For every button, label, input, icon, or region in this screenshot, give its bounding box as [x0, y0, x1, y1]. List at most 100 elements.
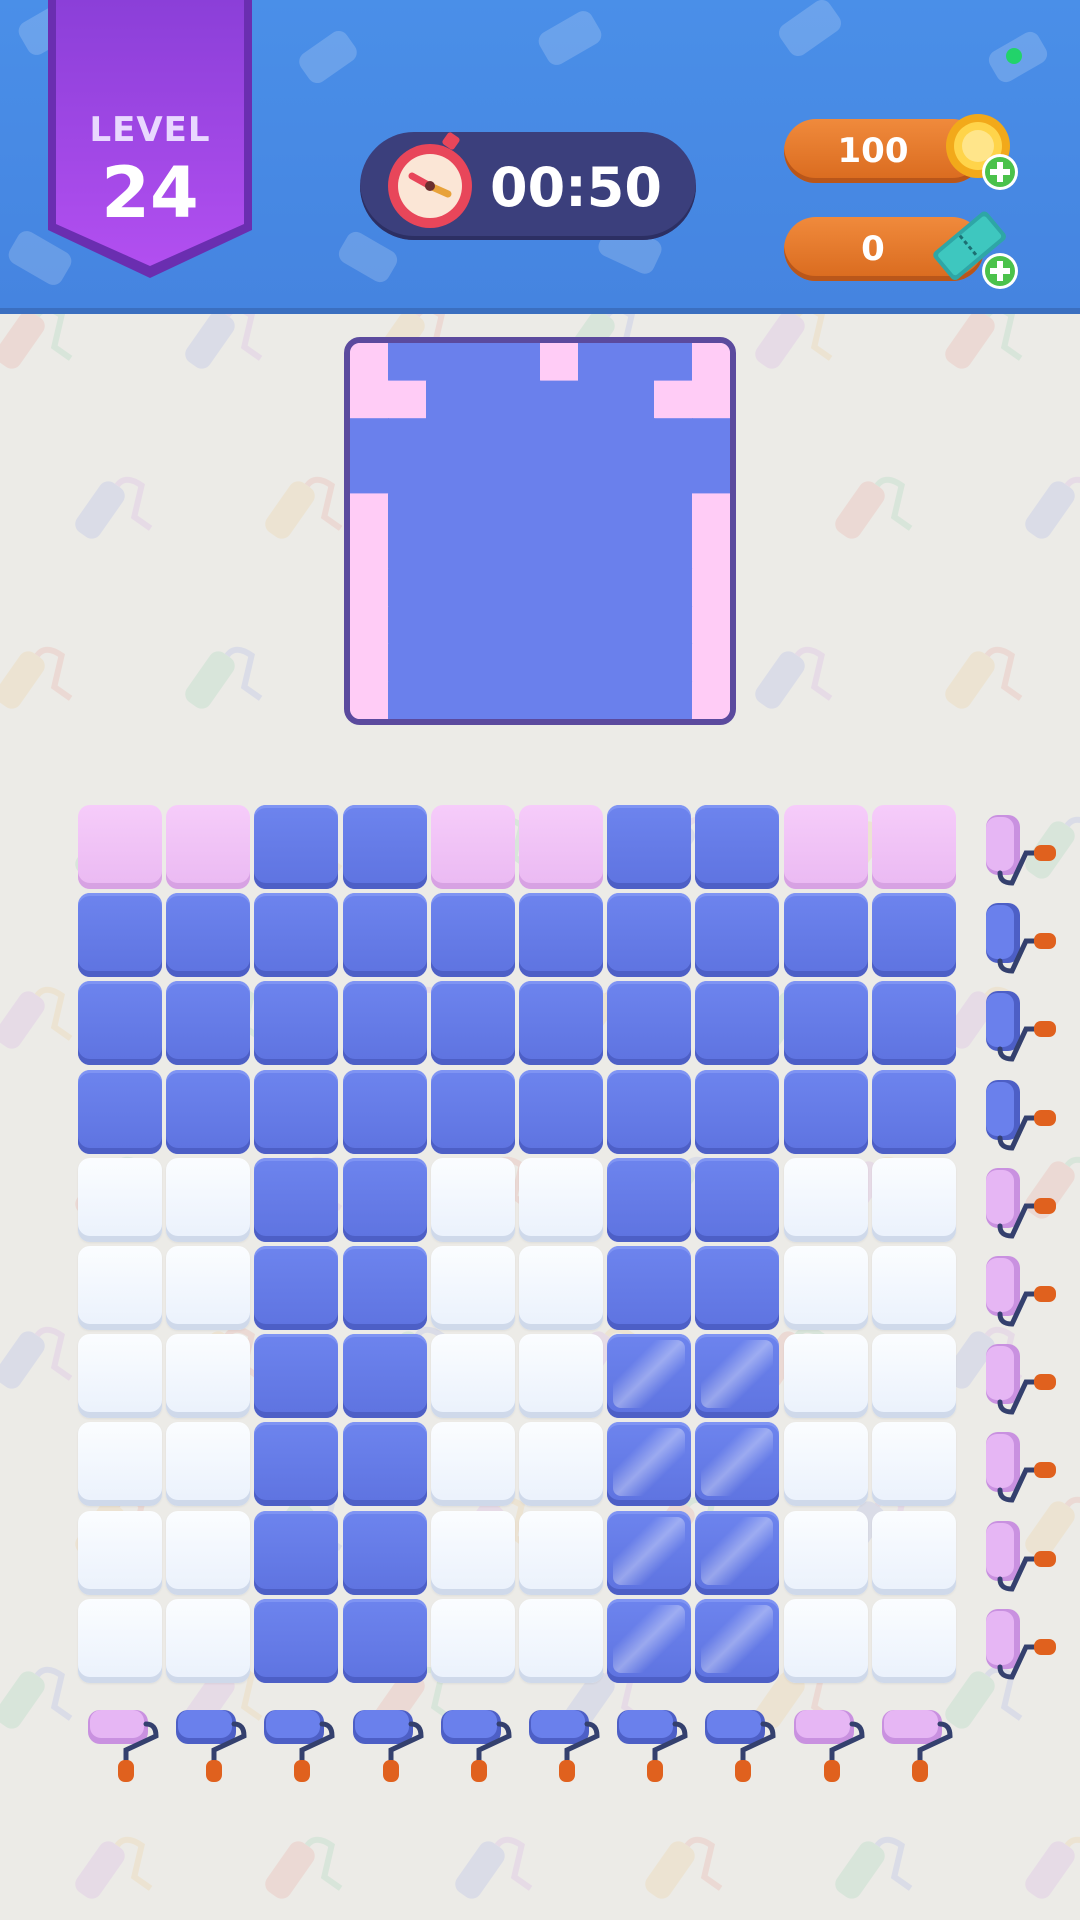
- board-tile[interactable]: [871, 1598, 956, 1683]
- board-tile[interactable]: [783, 1334, 868, 1419]
- board-tile[interactable]: [342, 1598, 427, 1683]
- board-tile[interactable]: [519, 1598, 603, 1683]
- board-tile[interactable]: [695, 981, 780, 1066]
- board-tile[interactable]: [783, 1598, 868, 1683]
- board-tile[interactable]: [607, 1510, 692, 1595]
- board-tile[interactable]: [519, 1069, 603, 1154]
- board-tile[interactable]: [695, 1069, 780, 1154]
- board-tile[interactable]: [78, 805, 162, 889]
- board-tile[interactable]: [695, 893, 780, 978]
- board-tile[interactable]: [342, 1422, 427, 1507]
- board-tile[interactable]: [519, 1422, 603, 1507]
- board-tile[interactable]: [783, 1157, 868, 1242]
- paint-roller-icon[interactable]: [256, 1702, 340, 1786]
- board-tile[interactable]: [430, 805, 515, 889]
- board-tile[interactable]: [607, 1422, 692, 1507]
- paint-roller-icon[interactable]: [786, 1702, 870, 1786]
- board-tile[interactable]: [783, 1510, 868, 1595]
- board-tile[interactable]: [607, 1069, 692, 1154]
- board-tile[interactable]: [607, 1157, 692, 1242]
- board-tile[interactable]: [519, 1157, 603, 1242]
- board-tile[interactable]: [871, 805, 956, 889]
- paint-roller-icon[interactable]: [521, 1702, 605, 1786]
- paint-roller-icon[interactable]: [609, 1702, 693, 1786]
- board-tile[interactable]: [254, 1510, 339, 1595]
- board-tile[interactable]: [166, 805, 251, 889]
- board-tile[interactable]: [607, 805, 692, 889]
- board-tile[interactable]: [166, 893, 251, 978]
- board-tile[interactable]: [254, 805, 339, 889]
- paint-roller-icon[interactable]: [978, 1336, 1062, 1420]
- board-tile[interactable]: [166, 1422, 251, 1507]
- board-tile[interactable]: [871, 1157, 956, 1242]
- board-tile[interactable]: [166, 1069, 251, 1154]
- board-tile[interactable]: [166, 981, 251, 1066]
- board-tile[interactable]: [430, 1334, 515, 1419]
- board-tile[interactable]: [607, 1246, 692, 1330]
- board-tile[interactable]: [166, 1510, 251, 1595]
- board-tile[interactable]: [78, 893, 162, 978]
- paint-roller-icon[interactable]: [978, 1072, 1062, 1156]
- board-tile[interactable]: [254, 1069, 339, 1154]
- board-tile[interactable]: [695, 1422, 780, 1507]
- board-tile[interactable]: [78, 1422, 162, 1507]
- board-tile[interactable]: [519, 1246, 603, 1330]
- board-tile[interactable]: [607, 981, 692, 1066]
- board-tile[interactable]: [430, 1598, 515, 1683]
- board-tile[interactable]: [607, 1334, 692, 1419]
- board-tile[interactable]: [430, 893, 515, 978]
- board-tile[interactable]: [430, 1246, 515, 1330]
- board-tile[interactable]: [783, 893, 868, 978]
- board-tile[interactable]: [430, 1157, 515, 1242]
- paint-roller-icon[interactable]: [697, 1702, 781, 1786]
- board-tile[interactable]: [695, 1510, 780, 1595]
- paint-roller-icon[interactable]: [433, 1702, 517, 1786]
- board-tile[interactable]: [430, 981, 515, 1066]
- board-tile[interactable]: [342, 1069, 427, 1154]
- board-tile[interactable]: [254, 1334, 339, 1419]
- paint-roller-icon[interactable]: [978, 807, 1062, 891]
- board-tile[interactable]: [78, 1157, 162, 1242]
- board-tile[interactable]: [166, 1246, 251, 1330]
- board-tile[interactable]: [695, 1598, 780, 1683]
- paint-roller-icon[interactable]: [978, 1513, 1062, 1597]
- board-tile[interactable]: [783, 1422, 868, 1507]
- board-tile[interactable]: [166, 1598, 251, 1683]
- board-tile[interactable]: [871, 893, 956, 978]
- board-tile[interactable]: [78, 1598, 162, 1683]
- board-tile[interactable]: [783, 1246, 868, 1330]
- paint-roller-icon[interactable]: [345, 1702, 429, 1786]
- board-tile[interactable]: [342, 1246, 427, 1330]
- board-tile[interactable]: [342, 893, 427, 978]
- board-tile[interactable]: [342, 1510, 427, 1595]
- board-tile[interactable]: [342, 1157, 427, 1242]
- board-tile[interactable]: [871, 1246, 956, 1330]
- board-tile[interactable]: [695, 1246, 780, 1330]
- paint-roller-icon[interactable]: [978, 1424, 1062, 1508]
- board-tile[interactable]: [519, 893, 603, 978]
- paint-roller-icon[interactable]: [168, 1702, 252, 1786]
- board-tile[interactable]: [783, 805, 868, 889]
- board-tile[interactable]: [254, 893, 339, 978]
- board-tile[interactable]: [519, 1334, 603, 1419]
- board-tile[interactable]: [254, 981, 339, 1066]
- paint-roller-icon[interactable]: [978, 895, 1062, 979]
- board-tile[interactable]: [78, 1069, 162, 1154]
- paint-roller-icon[interactable]: [978, 1601, 1062, 1685]
- board-tile[interactable]: [254, 1598, 339, 1683]
- board-tile[interactable]: [166, 1157, 251, 1242]
- board-tile[interactable]: [166, 1334, 251, 1419]
- board-tile[interactable]: [871, 1510, 956, 1595]
- board-tile[interactable]: [78, 1510, 162, 1595]
- board-tile[interactable]: [254, 1422, 339, 1507]
- board-tile[interactable]: [430, 1510, 515, 1595]
- paint-board[interactable]: [78, 805, 960, 1687]
- board-tile[interactable]: [78, 1246, 162, 1330]
- board-tile[interactable]: [871, 1334, 956, 1419]
- board-tile[interactable]: [607, 1598, 692, 1683]
- board-tile[interactable]: [254, 1246, 339, 1330]
- board-tile[interactable]: [695, 805, 780, 889]
- board-tile[interactable]: [695, 1334, 780, 1419]
- add-tickets-button[interactable]: [980, 251, 1020, 295]
- board-tile[interactable]: [871, 1422, 956, 1507]
